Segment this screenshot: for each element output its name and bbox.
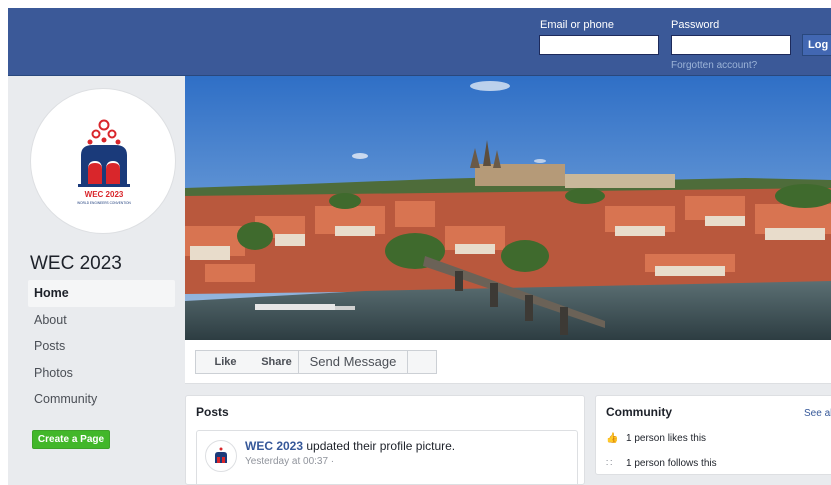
password-field[interactable] (671, 35, 791, 55)
thumbs-up-icon: 👍 (606, 433, 619, 444)
post-action-text: updated their profile picture. (303, 439, 456, 453)
community-heading: Community (606, 405, 672, 419)
post-headline: WEC 2023 updated their profile picture. (245, 439, 455, 453)
email-field[interactable] (539, 35, 659, 55)
post-item: WEC 2023 updated their profile picture. … (196, 430, 578, 485)
prague-cityscape-image (185, 76, 831, 340)
post-author-link[interactable]: WEC 2023 (245, 439, 303, 453)
posts-heading: Posts (196, 405, 229, 419)
send-message-button[interactable]: Send Message (298, 350, 408, 374)
cover-photo[interactable] (185, 76, 831, 340)
sidebar-item-posts[interactable]: Posts (28, 333, 175, 360)
sidebar-item-home[interactable]: Home (28, 280, 175, 307)
rss-icon: ∷ (606, 458, 613, 469)
wec-2023-logo-icon (215, 447, 227, 463)
page: Email or phone Password Forgotten accoun… (8, 8, 831, 485)
password-label: Password (671, 19, 720, 31)
profile-picture[interactable]: WEC 2023 WORLD ENGINEERS CONVENTION (30, 88, 176, 234)
sidebar-item-community[interactable]: Community (28, 386, 175, 413)
sidebar-item-about[interactable]: About (28, 307, 175, 334)
left-column: WEC 2023 WORLD ENGINEERS CONVENTION WEC … (8, 76, 185, 485)
post-timestamp[interactable]: Yesterday at 00:37 · (245, 456, 334, 467)
community-card: Community See all 👍 1 person likes this ∷… (595, 395, 831, 475)
login-button[interactable]: Log In (802, 34, 831, 56)
forgot-account-link[interactable]: Forgotten account? (671, 60, 757, 71)
email-label: Email or phone (540, 19, 614, 31)
more-options-button[interactable] (407, 350, 437, 374)
see-all-link[interactable]: See all (804, 408, 831, 419)
logo-subtext: WORLD ENGINEERS CONVENTION (77, 201, 131, 205)
create-page-button[interactable]: Create a Page (32, 430, 110, 449)
like-button[interactable]: Like (195, 350, 256, 374)
sidebar-item-photos[interactable]: Photos (28, 360, 175, 387)
followers-count-row: ∷ 1 person follows this (606, 458, 717, 469)
top-navigation-bar: Email or phone Password Forgotten accoun… (8, 8, 831, 76)
likes-count-text: 1 person likes this (626, 433, 707, 444)
share-button[interactable]: Share (255, 350, 299, 374)
posts-card: Posts WEC 2023 updated their profile pic… (185, 395, 585, 485)
wec-2023-logo-icon: WEC 2023 WORLD ENGINEERS CONVENTION (77, 119, 132, 205)
sidebar-nav: Home About Posts Photos Community (28, 280, 175, 413)
page-title: WEC 2023 (30, 253, 122, 274)
post-avatar[interactable] (205, 440, 237, 472)
likes-count-row: 👍 1 person likes this (606, 433, 706, 444)
logo-wordmark: WEC 2023 (85, 190, 124, 199)
followers-count-text: 1 person follows this (626, 458, 717, 469)
page-action-bar: Like Share Send Message (185, 340, 831, 384)
